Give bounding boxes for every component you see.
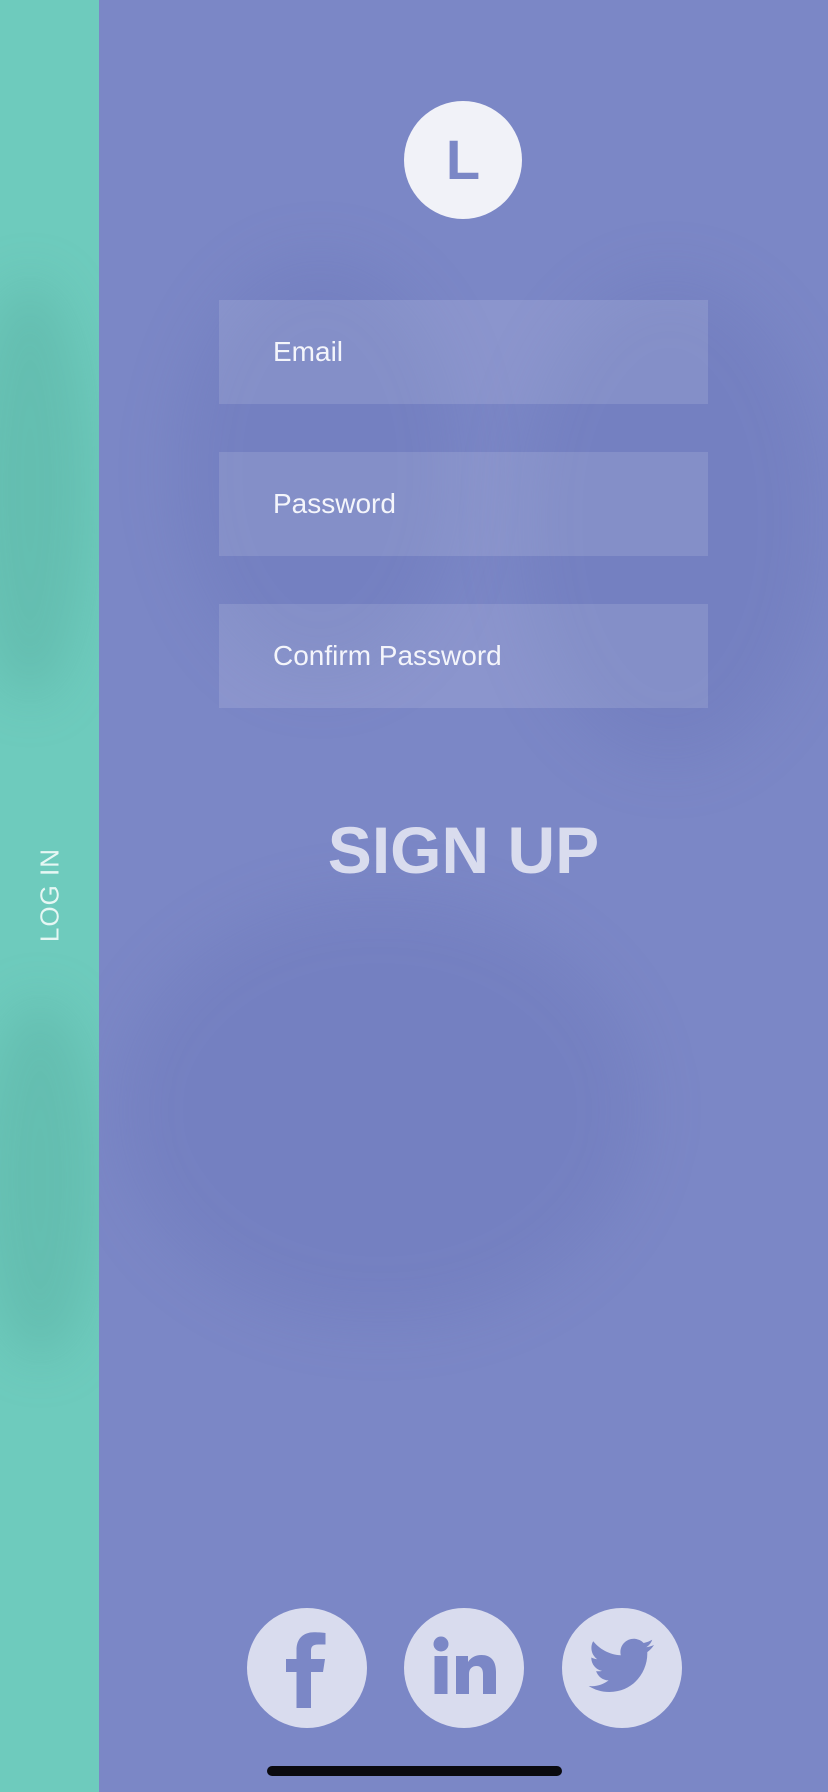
sign-up-button[interactable]: SIGN UP: [219, 800, 708, 900]
confirm-password-field[interactable]: [271, 639, 708, 673]
linkedin-button[interactable]: [404, 1608, 524, 1728]
login-tab[interactable]: LOG IN: [0, 780, 99, 1010]
signup-screen: LOG IN L SIGN UP: [0, 0, 828, 1792]
email-field[interactable]: [271, 335, 708, 369]
sidebar-photo-shape: [0, 280, 90, 700]
email-field-container: [219, 300, 708, 404]
login-label: LOG IN: [34, 847, 64, 943]
confirm-password-field-container: [219, 604, 708, 708]
password-field[interactable]: [271, 487, 708, 521]
logo-letter: L: [445, 128, 481, 191]
app-logo: L: [404, 101, 522, 219]
signup-panel: L SIGN UP: [99, 0, 828, 1792]
twitter-icon: [562, 1608, 682, 1728]
twitter-button[interactable]: [562, 1608, 682, 1728]
login-sidebar: LOG IN: [0, 0, 99, 1792]
linkedin-icon: [404, 1608, 524, 1728]
facebook-button[interactable]: [247, 1608, 367, 1728]
home-indicator[interactable]: [267, 1766, 562, 1776]
password-field-container: [219, 452, 708, 556]
facebook-icon: [247, 1608, 367, 1728]
sidebar-photo-shape: [0, 1000, 99, 1360]
